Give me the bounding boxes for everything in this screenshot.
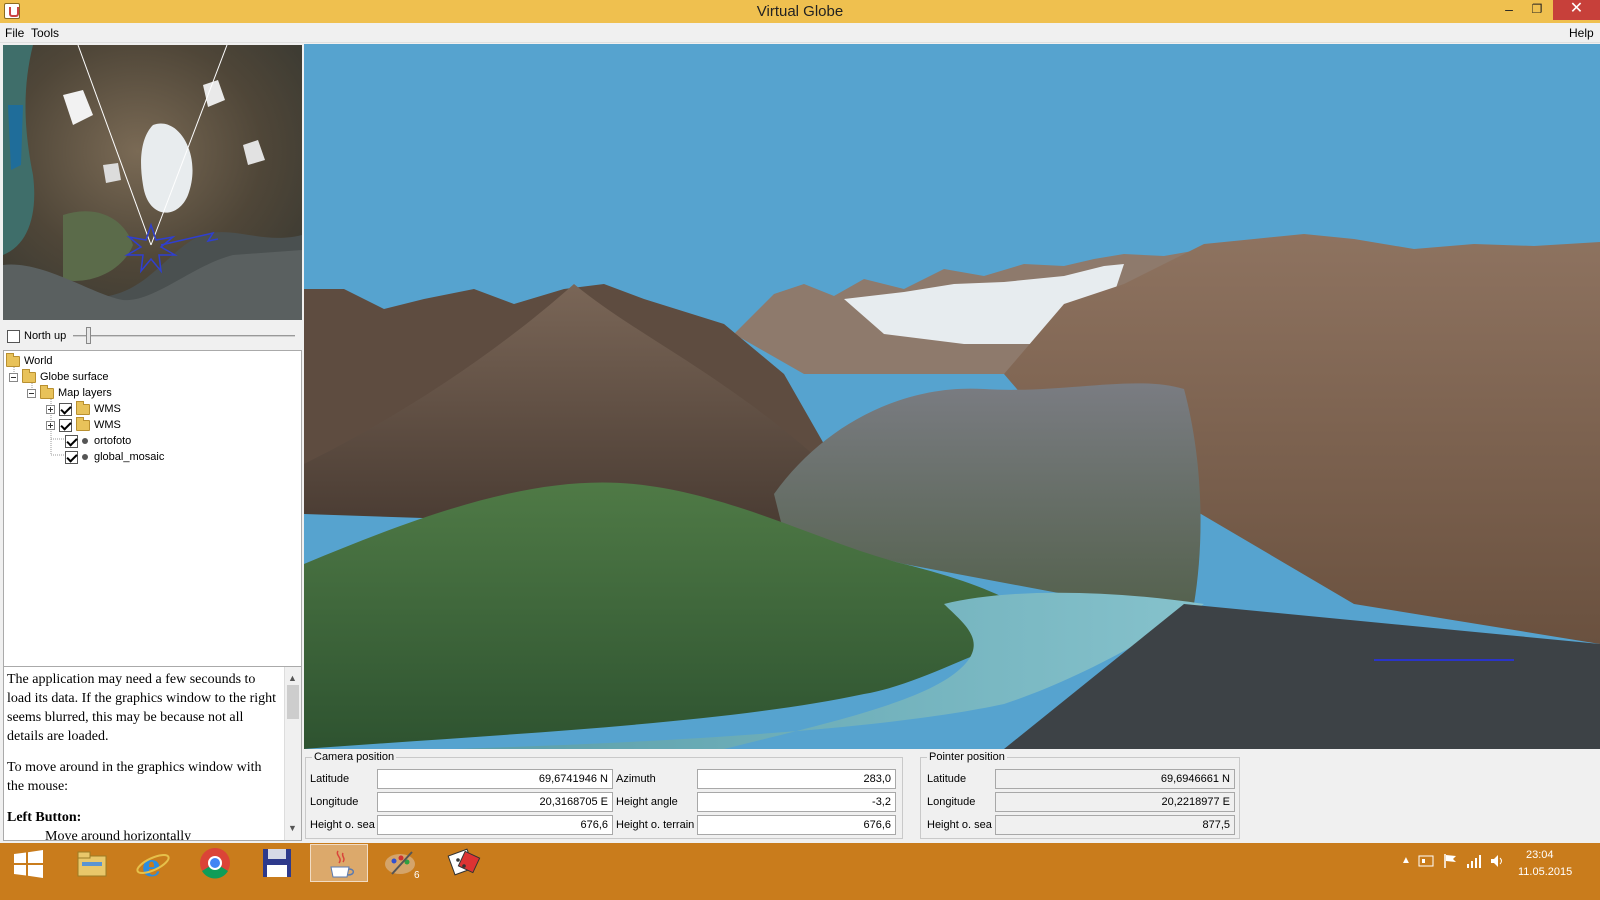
layer-checkbox[interactable]	[59, 418, 72, 432]
camera-position-title: Camera position	[312, 751, 397, 763]
network-icon[interactable]	[1466, 853, 1482, 872]
pointer-height-sea-field: 877,5	[995, 815, 1235, 835]
camera-height-terrain-label: Height o. terrain	[616, 819, 695, 831]
close-button[interactable]: ✕	[1553, 0, 1600, 20]
windows-start-icon[interactable]	[0, 844, 58, 882]
menu-file[interactable]: File	[5, 26, 24, 40]
tree-item-wms-2[interactable]: WMS	[46, 416, 121, 433]
zoom-slider-track[interactable]	[73, 335, 295, 337]
camera-height-angle-field[interactable]: -3,2	[697, 792, 896, 812]
volume-icon[interactable]	[1489, 853, 1505, 872]
clock-time[interactable]: 23:04	[1526, 849, 1554, 861]
camera-height-sea-label: Height o. sea	[310, 819, 375, 831]
file-explorer-icon[interactable]	[62, 844, 120, 882]
folder-icon	[22, 368, 36, 383]
help-paragraph-1: The application may need a few secounds …	[7, 672, 277, 744]
internet-explorer-icon[interactable]: e	[124, 844, 182, 884]
pointer-longitude-field: 20,2218977 E	[995, 792, 1235, 812]
folder-icon	[76, 400, 90, 415]
window-title: Virtual Globe	[756, 3, 844, 20]
camera-height-sea-field[interactable]: 676,6	[377, 815, 613, 835]
java-icon[interactable]	[310, 844, 368, 882]
flag-icon[interactable]	[1442, 853, 1458, 872]
camera-longitude-field[interactable]: 20,3168705 E	[377, 792, 613, 812]
show-hidden-icons[interactable]: ▲	[1401, 855, 1411, 866]
tree-item-globe-surface[interactable]: Globe surface	[9, 368, 108, 385]
layer-tree: World Globe surface Map layers WMS WMS o…	[3, 350, 302, 672]
dice-icon[interactable]	[434, 844, 492, 882]
layer-checkbox[interactable]	[65, 450, 78, 464]
folder-icon	[6, 352, 20, 367]
pointer-latitude-label: Latitude	[927, 773, 967, 785]
help-text-panel[interactable]: The application may need a few secounds …	[3, 666, 302, 841]
help-heading: Left Button:	[7, 810, 82, 825]
scroll-down-icon[interactable]: ▼	[288, 819, 297, 838]
camera-longitude-label: Longitude	[310, 796, 359, 808]
zoom-slider-thumb[interactable]	[86, 327, 91, 344]
north-up-label: North up	[24, 330, 67, 342]
collapse-icon[interactable]	[9, 372, 18, 382]
layer-checkbox[interactable]	[59, 402, 72, 416]
title-bar: Virtual Globe – ❐ ✕	[0, 0, 1600, 23]
tree-item-map-layers[interactable]: Map layers	[27, 384, 112, 401]
pointer-longitude-label: Longitude	[927, 796, 976, 808]
camera-azimuth-field[interactable]: 283,0	[697, 769, 896, 789]
north-up-row: North up	[3, 324, 302, 348]
pointer-latitude-field: 69,6946661 N	[995, 769, 1235, 789]
paint-icon[interactable]: 6	[372, 844, 430, 882]
minimize-button[interactable]: –	[1495, 0, 1523, 20]
folder-icon	[40, 384, 54, 399]
menu-tools[interactable]: Tools	[31, 26, 59, 40]
layer-dot-icon	[82, 454, 88, 461]
terrain-viewport[interactable]	[304, 44, 1600, 749]
help-item: Move around horizontally	[45, 829, 192, 841]
menu-bar: File Tools Help	[0, 23, 1600, 43]
action-center-icon[interactable]	[1418, 853, 1434, 872]
pointer-position-title: Pointer position	[927, 751, 1007, 763]
collapse-icon[interactable]	[27, 388, 36, 398]
windows-taskbar: e 6 ▲ 23:04 11.05.2015	[0, 843, 1600, 900]
tree-item-world[interactable]: World	[6, 352, 53, 369]
folder-icon	[76, 416, 90, 431]
pointer-height-sea-label: Height o. sea	[927, 819, 992, 831]
clock-date[interactable]: 11.05.2015	[1518, 866, 1572, 878]
camera-latitude-field[interactable]: 69,6741946 N	[377, 769, 613, 789]
chrome-icon[interactable]	[186, 844, 244, 882]
svg-text:e: e	[142, 849, 161, 882]
maximize-button[interactable]: ❐	[1523, 0, 1551, 20]
tree-item-wms-1[interactable]: WMS	[46, 400, 121, 417]
tree-item-ortofoto[interactable]: ortofoto	[65, 433, 131, 449]
camera-height-terrain-field[interactable]: 676,6	[697, 815, 896, 835]
expand-icon[interactable]	[46, 420, 55, 430]
save-disk-icon[interactable]	[248, 844, 306, 882]
layer-checkbox[interactable]	[65, 434, 78, 448]
menu-help[interactable]: Help	[1569, 26, 1594, 40]
help-paragraph-2: To move around in the graphics window wi…	[7, 760, 262, 794]
north-up-checkbox[interactable]	[7, 330, 20, 343]
help-scrollbar[interactable]: ▲ ▼	[284, 667, 301, 840]
expand-icon[interactable]	[46, 404, 55, 414]
pointer-position-group: Pointer position Latitude 69,6946661 N L…	[920, 751, 1240, 839]
camera-latitude-label: Latitude	[310, 773, 350, 785]
taskbar-badge: 6	[414, 870, 420, 881]
overview-map[interactable]	[3, 45, 302, 320]
tree-item-global-mosaic[interactable]: global_mosaic	[65, 449, 164, 465]
scroll-thumb[interactable]	[287, 685, 299, 719]
camera-azimuth-label: Azimuth	[616, 773, 656, 785]
layer-dot-icon	[82, 438, 88, 445]
camera-height-angle-label: Height angle	[616, 796, 678, 808]
camera-position-group: Camera position Latitude 69,6741946 N Lo…	[305, 751, 903, 839]
